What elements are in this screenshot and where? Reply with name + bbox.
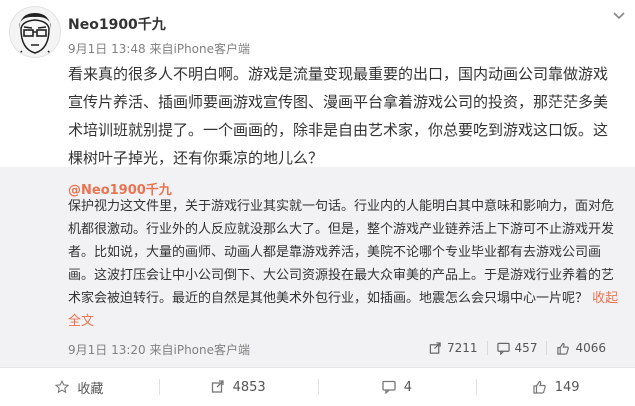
repost-count: 4853 [232, 379, 266, 395]
retweet-text: 保护视力这文件里，关于游戏行业其实就一句话。行业内的人能明白其中意味和影响力，面… [68, 199, 615, 306]
retweet-text-container: 保护视力这文件里，关于游戏行业其实就一句话。行业内的人能明白其中意味和影响力，面… [68, 195, 623, 333]
share-icon [429, 341, 442, 355]
retweet-meta: 9月1日 13:20 来自iPhone客户端 [68, 341, 250, 358]
like-count: 149 [554, 379, 580, 395]
star-icon [55, 380, 70, 394]
comment-icon [382, 380, 396, 394]
like-icon [556, 342, 570, 355]
post-meta: 9月1日 13:48 来自iPhone客户端 [68, 40, 250, 57]
retweet-like-stat[interactable]: 4066 [546, 341, 615, 355]
retweet-date[interactable]: 9月1日 13:20 [68, 343, 146, 357]
post-source[interactable]: 来自iPhone客户端 [150, 42, 251, 56]
share-icon [211, 380, 225, 394]
like-icon [532, 380, 547, 394]
post-date[interactable]: 9月1日 13:48 [68, 42, 146, 56]
comment-count: 457 [514, 341, 538, 355]
chevron-down-icon[interactable] [611, 8, 627, 24]
comment-count: 4 [403, 379, 413, 395]
like-count: 4066 [575, 341, 606, 355]
retweet-source[interactable]: 来自iPhone客户端 [150, 343, 251, 357]
retweet-comment-stat[interactable]: 457 [486, 341, 547, 355]
retweet-card: @Neo1900千九 保护视力这文件里，关于游戏行业其实就一句话。行业内的人能明… [0, 167, 635, 367]
retweet-stats: 7211 457 4066 [420, 341, 615, 355]
post-author[interactable]: Neo1900千九 [68, 14, 166, 34]
action-bar: 收藏 4853 4 149 [0, 367, 635, 406]
repost-button[interactable]: 4853 [158, 368, 318, 406]
comment-icon [496, 342, 510, 355]
avatar[interactable] [9, 6, 61, 58]
favorite-button[interactable]: 收藏 [0, 368, 159, 406]
post-text: 看来真的很多人不明白啊。游戏是流量变现最重要的出口，国内动画公司靠做游戏宣传片养… [68, 65, 609, 167]
avatar-illustration [10, 7, 60, 57]
like-button[interactable]: 149 [476, 368, 635, 406]
comment-button[interactable]: 4 [317, 368, 477, 406]
retweet-share-stat[interactable]: 7211 [420, 341, 487, 355]
favorite-label: 收藏 [77, 381, 104, 397]
share-count: 7211 [447, 341, 478, 355]
